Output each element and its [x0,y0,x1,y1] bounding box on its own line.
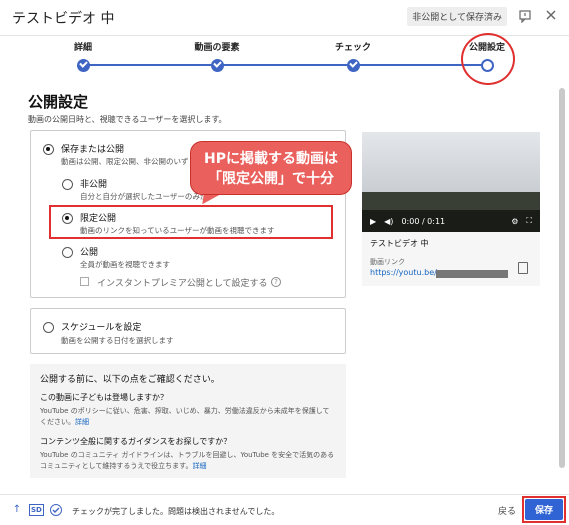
checks-status-message: チェックが完了しました。問題は検出されませんでした。 [72,507,280,516]
sd-quality-icon[interactable]: SD [29,504,44,516]
learn-more-link[interactable]: 詳細 [75,418,89,426]
callout-line-1: HPに掲載する動画は [204,151,338,167]
video-info-panel: テストビデオ 中 動画リンク https://youtu.be/ [362,232,540,286]
stepper-line [83,64,487,66]
play-icon[interactable]: ▶ [370,217,376,226]
step-done-icon [210,59,224,72]
feedback-icon[interactable] [517,9,533,25]
radio-public[interactable] [62,247,73,258]
fullscreen-icon[interactable]: ⛶ [526,216,532,226]
annotation-rectangle [49,205,333,239]
instant-premiere-label: インスタントプレミア公開として設定する [97,279,268,289]
notice-text-2: YouTube のコミュニティ ガイドラインは、トラブルを回避し、YouTube… [40,451,335,470]
settings-icon[interactable]: ⚙ [511,217,518,226]
pre-publish-notice: 公開する前に、以下の点をご確認ください。 この動画に子どもは登場しますか？ Yo… [30,364,346,478]
instant-premiere-checkbox[interactable] [80,277,89,286]
player-controls: ▶ ◀) 0:00 / 0:11 ⚙ ⛶ [362,210,540,232]
dialog-footer: ↑ SD チェックが完了しました。問題は検出されませんでした。 戻る 保存 [0,494,569,525]
radio-private[interactable] [62,179,73,190]
public-desc: 全員が動画を視聴できます [80,260,170,269]
redaction-block [436,270,508,278]
volume-icon[interactable]: ◀) [384,217,393,226]
close-icon[interactable] [543,9,559,25]
save-or-publish-label: 保存または公開 [61,145,125,155]
annotation-callout: HPに掲載する動画は 「限定公開」で十分 [190,141,352,195]
step-video-elements[interactable]: 動画の要素 [187,40,247,72]
video-title: テストビデオ 中 [370,239,429,248]
schedule-desc: 動画を公開する日付を選択します [61,336,174,345]
step-done-icon [346,59,360,72]
learn-more-link[interactable]: 詳細 [192,462,206,470]
copy-icon[interactable] [518,262,528,274]
dialog-title: テストビデオ 中 [12,10,115,27]
step-checks[interactable]: チェック [323,40,383,72]
step-label: 詳細 [73,43,92,53]
step-details[interactable]: 詳細 [53,40,113,72]
page-subtitle: 動画の公開日時と、視聴できるユーザーを選択します。 [28,115,227,124]
video-link[interactable]: https://youtu.be/ [370,268,437,277]
checks-complete-icon[interactable] [49,504,62,516]
annotation-circle [461,33,515,85]
save-or-publish-desc: 動画は公開、限定公開、非公開のいず [61,157,189,166]
upload-icon[interactable]: ↑ [11,504,23,516]
private-desc: 自分と自分が選択したユーザーのみが [80,192,208,201]
step-label: チェック [334,43,371,53]
scrollbar[interactable] [559,88,565,468]
video-link-label: 動画リンク [370,258,405,266]
progress-stepper: 詳細 動画の要素 チェック 公開設定 [60,40,520,80]
step-label: 動画の要素 [194,43,240,53]
step-done-icon [76,59,90,72]
radio-save-or-publish[interactable] [43,144,54,155]
draft-status-badge: 非公開として保存済み [407,7,507,26]
notice-heading: 公開する前に、以下の点をご確認ください。 [40,375,220,385]
title-bar: テストビデオ 中 非公開として保存済み [0,0,569,36]
video-player[interactable]: ▶ ◀) 0:00 / 0:11 ⚙ ⛶ [362,132,540,232]
back-button[interactable]: 戻る [498,504,516,517]
video-time: 0:00 / 0:11 [401,216,446,226]
private-label: 非公開 [80,180,108,190]
notice-question-1: この動画に子どもは登場しますか？ [40,393,168,402]
video-frame-sky [362,132,540,192]
notice-question-2: コンテンツ全般に関するガイダンスをお探しですか？ [40,437,232,446]
notice-text-1: YouTube のポリシーに従い、危害、搾取、いじめ、暴力、労働法違反から未成年… [40,407,330,426]
callout-line-2: 「限定公開」で十分 [208,171,334,187]
public-label: 公開 [80,248,99,258]
save-button[interactable]: 保存 [525,499,563,520]
radio-schedule[interactable] [43,322,54,333]
help-icon[interactable]: ? [271,277,281,287]
schedule-label: スケジュールを設定 [61,323,142,333]
schedule-box: スケジュールを設定 動画を公開する日付を選択します [30,308,346,354]
page-title: 公開設定 [28,93,89,111]
